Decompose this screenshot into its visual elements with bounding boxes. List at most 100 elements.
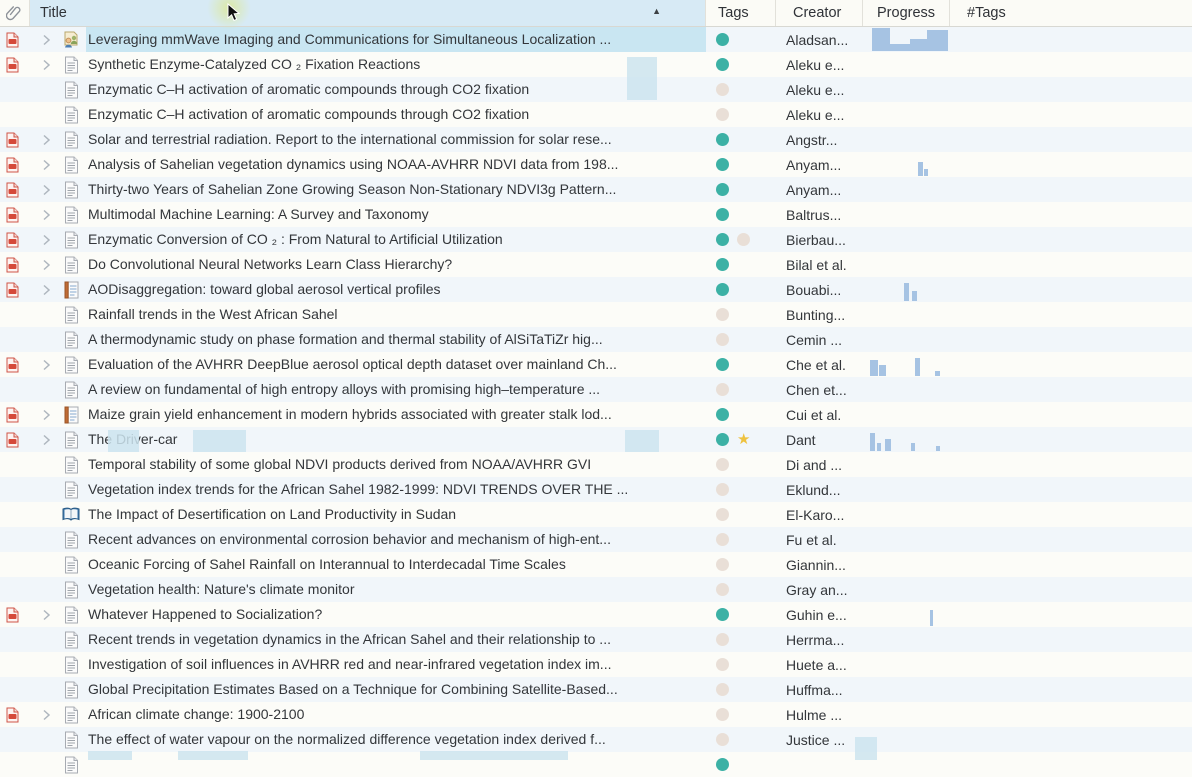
table-row[interactable]: Multimodal Machine Learning: A Survey an… [0,202,1192,227]
title-cell[interactable]: The effect of water vapour on the normal… [30,727,706,752]
table-row[interactable]: Do Convolutional Neural Networks Learn C… [0,252,1192,277]
creator-cell: Aleku e... [776,102,863,127]
table-row[interactable]: Vegetation index trends for the African … [0,477,1192,502]
table-row[interactable]: Global Precipitation Estimates Based on … [0,677,1192,702]
article-item-icon [62,331,80,349]
tag-dot-pale [716,508,729,521]
expand-chevron-icon[interactable] [42,609,51,621]
column-header-title[interactable]: Title ▲ [30,0,706,26]
article-item-icon [62,431,80,449]
table-row[interactable]: Enzymatic C–H activation of aromatic com… [0,102,1192,127]
title-cell[interactable]: Investigation of soil influences in AVHR… [30,652,706,677]
numtags-cell [950,27,1192,52]
tag-dot-pale [716,658,729,671]
title-cell[interactable]: Leveraging mmWave Imaging and Communicat… [30,27,706,52]
title-cell[interactable]: Recent advances on environmental corrosi… [30,527,706,552]
tags-cell [706,702,776,727]
title-cell[interactable]: African climate change: 1900-2100 [30,702,706,727]
title-cell[interactable]: The Driver-car [30,427,706,452]
title-cell[interactable]: A thermodynamic study on phase formation… [30,327,706,352]
attachment-cell [0,602,30,627]
item-title: Oceanic Forcing of Sahel Rainfall on Int… [86,552,706,577]
expand-chevron-icon[interactable] [42,184,51,196]
table-row[interactable]: Rainfall trends in the West African Sahe… [0,302,1192,327]
table-row[interactable]: Recent advances on environmental corrosi… [0,527,1192,552]
table-row[interactable]: Solar and terrestrial radiation. Report … [0,127,1192,152]
table-row[interactable]: Enzymatic C–H activation of aromatic com… [0,77,1192,102]
table-row[interactable] [0,752,1192,777]
title-cell[interactable]: Temporal stability of some global NDVI p… [30,452,706,477]
title-cell[interactable]: The Impact of Desertification on Land Pr… [30,502,706,527]
tags-cell [706,352,776,377]
table-row[interactable]: The effect of water vapour on the normal… [0,727,1192,752]
table-row[interactable]: Synthetic Enzyme-Catalyzed CO ₂ Fixation… [0,52,1192,77]
table-row[interactable]: Temporal stability of some global NDVI p… [0,452,1192,477]
column-header-progress[interactable]: Progress [863,0,950,26]
table-row[interactable]: Enzymatic Conversion of CO ₂ : From Natu… [0,227,1192,252]
title-cell[interactable]: A review on fundamental of high entropy … [30,377,706,402]
table-row[interactable]: Evaluation of the AVHRR DeepBlue aerosol… [0,352,1192,377]
table-row[interactable]: African climate change: 1900-2100Hulme .… [0,702,1192,727]
table-row[interactable]: The Impact of Desertification on Land Pr… [0,502,1192,527]
table-row[interactable]: Whatever Happened to Socialization?Guhin… [0,602,1192,627]
title-cell[interactable]: Do Convolutional Neural Networks Learn C… [30,252,706,277]
creator-cell: Giannin... [776,552,863,577]
title-cell[interactable]: Oceanic Forcing of Sahel Rainfall on Int… [30,552,706,577]
table-row[interactable]: Investigation of soil influences in AVHR… [0,652,1192,677]
expand-chevron-icon[interactable] [42,159,51,171]
title-cell[interactable] [30,752,706,777]
column-header-creator[interactable]: Creator [776,0,863,26]
table-row[interactable]: Thirty-two Years of Sahelian Zone Growin… [0,177,1192,202]
table-row[interactable]: AODisaggregation: toward global aerosol … [0,277,1192,302]
title-cell[interactable]: Rainfall trends in the West African Sahe… [30,302,706,327]
table-row[interactable]: Leveraging mmWave Imaging and Communicat… [0,27,1192,52]
table-row[interactable]: Maize grain yield enhancement in modern … [0,402,1192,427]
expand-chevron-icon[interactable] [42,134,51,146]
table-row[interactable]: A thermodynamic study on phase formation… [0,327,1192,352]
table-row[interactable]: The Driver-car★Dant [0,427,1192,452]
tag-dot-teal [716,33,729,46]
attachment-column-header[interactable] [0,0,30,26]
pdf-attachment-icon [6,357,19,373]
expand-chevron-icon[interactable] [42,59,51,71]
title-cell[interactable]: Maize grain yield enhancement in modern … [30,402,706,427]
title-cell[interactable]: Enzymatic Conversion of CO ₂ : From Natu… [30,227,706,252]
title-cell[interactable]: AODisaggregation: toward global aerosol … [30,277,706,302]
title-cell[interactable]: Vegetation index trends for the African … [30,477,706,502]
title-cell[interactable]: Whatever Happened to Socialization? [30,602,706,627]
expand-chevron-icon[interactable] [42,234,51,246]
expand-chevron-icon[interactable] [42,259,51,271]
expand-chevron-icon[interactable] [42,34,51,46]
expand-chevron-icon[interactable] [42,284,51,296]
title-cell[interactable]: Analysis of Sahelian vegetation dynamics… [30,152,706,177]
expand-chevron-icon[interactable] [42,209,51,221]
item-title: Leveraging mmWave Imaging and Communicat… [86,27,706,52]
progress-cell [863,152,950,177]
column-header-numtags[interactable]: #Tags [950,0,1192,26]
attachment-cell [0,452,30,477]
title-cell[interactable]: Global Precipitation Estimates Based on … [30,677,706,702]
title-cell[interactable]: Enzymatic C–H activation of aromatic com… [30,77,706,102]
table-row[interactable]: Vegetation health: Nature's climate moni… [0,577,1192,602]
column-header-tags[interactable]: Tags [706,0,776,26]
table-row[interactable]: Recent trends in vegetation dynamics in … [0,627,1192,652]
item-title: Global Precipitation Estimates Based on … [86,677,706,702]
title-cell[interactable]: Vegetation health: Nature's climate moni… [30,577,706,602]
title-cell[interactable]: Enzymatic C–H activation of aromatic com… [30,102,706,127]
expand-chevron-icon[interactable] [42,359,51,371]
title-cell[interactable]: Evaluation of the AVHRR DeepBlue aerosol… [30,352,706,377]
table-row[interactable]: Analysis of Sahelian vegetation dynamics… [0,152,1192,177]
expand-chevron-icon[interactable] [42,434,51,446]
title-cell[interactable]: Solar and terrestrial radiation. Report … [30,127,706,152]
expand-chevron-icon[interactable] [42,709,51,721]
table-row[interactable]: A review on fundamental of high entropy … [0,377,1192,402]
expand-chevron-icon[interactable] [42,409,51,421]
item-title: A thermodynamic study on phase formation… [86,327,706,352]
title-cell[interactable]: Thirty-two Years of Sahelian Zone Growin… [30,177,706,202]
title-cell[interactable]: Multimodal Machine Learning: A Survey an… [30,202,706,227]
title-cell[interactable]: Recent trends in vegetation dynamics in … [30,627,706,652]
creator-name: Herrma... [786,632,844,648]
progress-cell [863,527,950,552]
table-row[interactable]: Oceanic Forcing of Sahel Rainfall on Int… [0,552,1192,577]
title-cell[interactable]: Synthetic Enzyme-Catalyzed CO ₂ Fixation… [30,52,706,77]
